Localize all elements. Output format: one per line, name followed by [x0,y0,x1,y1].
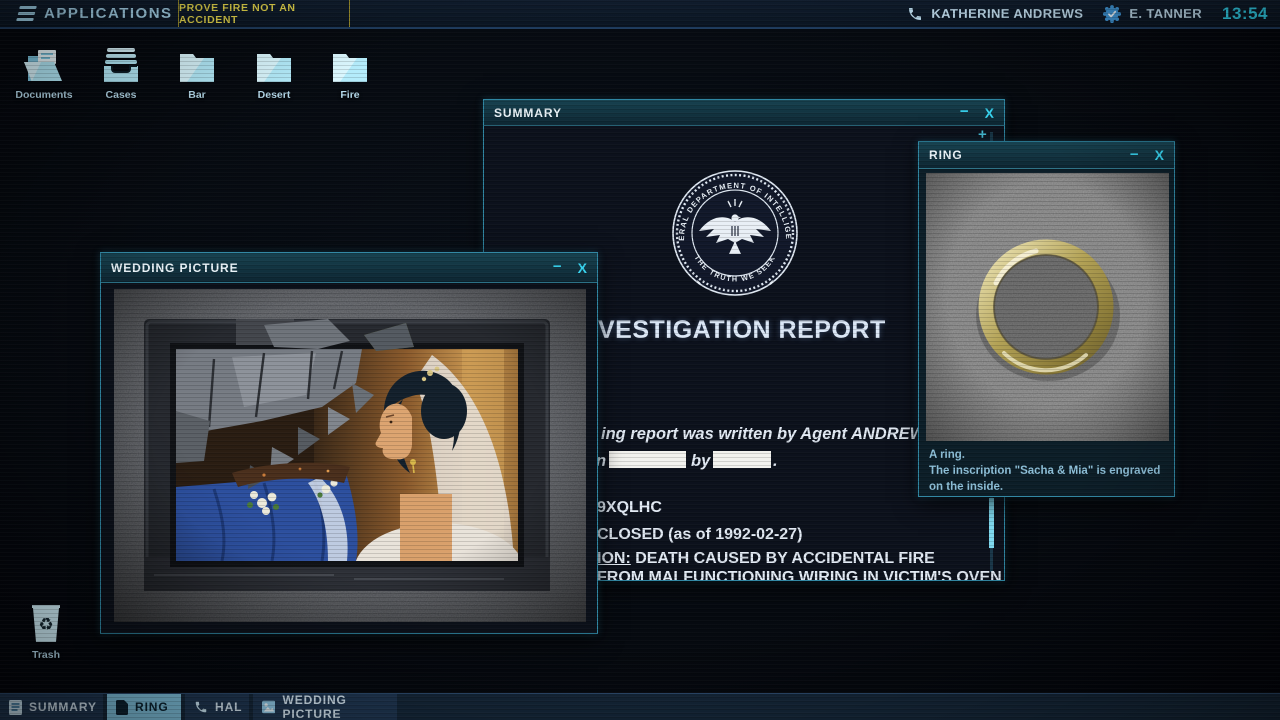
desktop-icon-label: Cases [85,89,157,101]
agent-name: E. TANNER [1129,6,1202,21]
verified-badge-icon [1103,5,1121,23]
ring-caption-line2: The inscription "Sacha & Mia" is engrave… [929,463,1169,495]
agent-badge-chip[interactable]: E. TANNER [1103,5,1202,23]
ring-photo [926,173,1169,441]
game-desktop: APPLICATIONS PROVE FIRE NOT AN ACCIDENT … [0,0,1280,720]
phone-icon [907,6,923,22]
desktop-icon-desert[interactable]: Desert [238,44,310,101]
status-fragment: CLOSED (as of 1992-02-27) [597,526,802,544]
wedding-titlebar[interactable]: WEDDING PICTURE − X [101,253,597,283]
department-seal: FEDERAL DEPARTMENT OF INTELLIGENCE THE T… [670,168,800,298]
objective-button[interactable]: PROVE FIRE NOT AN ACCIDENT [178,0,350,27]
wedding-photo [114,289,586,622]
window-title: RING [929,148,1114,162]
close-button[interactable]: X [985,106,994,120]
svg-text:♻: ♻ [38,615,53,635]
taskbar-tab-summary[interactable]: SUMMARY [0,694,103,720]
taskbar-tab-wedding-picture[interactable]: WEDDING PICTURE [253,694,397,720]
desktop-icon-label: Documents [8,89,80,101]
inbox-tray-icon [85,44,157,86]
phone-contact-chip[interactable]: KATHERINE ANDREWS [907,6,1083,22]
scrollbar-thumb[interactable] [989,498,994,548]
conclusion-line2: FROM MALFUNCTIONING WIRING IN VICTIM'S O… [597,569,1002,581]
taskbar-tab-label: WEDDING PICTURE [282,693,397,720]
desktop-icon-bar[interactable]: Bar [161,44,233,101]
folder-icon [238,44,310,86]
folder-icon [314,44,386,86]
folder-icon [161,44,233,86]
desktop-icon-documents[interactable]: Documents [8,44,80,101]
report-line2-end: . [773,452,778,471]
ring-titlebar[interactable]: RING − X [919,142,1174,169]
ring-caption: A ring. The inscription "Sacha & Mia" is… [929,447,1169,495]
hamburger-menu-icon [16,6,37,21]
close-button[interactable]: X [1155,148,1164,162]
phone-icon [194,700,208,714]
taskbar-tab-label: HAL [215,700,242,714]
applications-menu-button[interactable]: APPLICATIONS [0,0,189,27]
case-number-fragment: 9XQLHC [597,499,662,517]
report-heading: INVESTIGATION REPORT [572,316,886,345]
image-icon [262,700,275,714]
window-ring: RING − X [918,141,1175,497]
top-menu-bar: APPLICATIONS PROVE FIRE NOT AN ACCIDENT … [0,0,1280,29]
desktop-icon-label: Bar [161,89,233,101]
open-folder-icon [8,44,80,86]
taskbar-tab-label: SUMMARY [29,700,97,714]
document-icon [116,700,128,715]
document-icon [9,700,22,715]
desktop-icon-label: Trash [10,649,82,661]
ring-caption-line1: A ring. [929,447,1169,463]
conclusion-text: DEATH CAUSED BY ACCIDENTAL FIRE [635,550,935,567]
taskbar-tab-hal[interactable]: HAL [185,694,249,720]
desktop-icon-fire[interactable]: Fire [314,44,386,101]
window-title: WEDDING PICTURE [111,261,537,275]
summary-titlebar[interactable]: SUMMARY − X [484,100,1004,126]
redaction-box [609,451,686,468]
trash-recycle-icon: ♻ [10,604,82,646]
window-wedding-picture: WEDDING PICTURE − X [100,252,598,634]
desktop-icon-cases[interactable]: Cases [85,44,157,101]
taskbar-tab-ring[interactable]: RING [107,694,181,720]
minimize-button[interactable]: − [960,104,969,119]
conclusion-label: ION: [597,550,631,567]
report-line2-connector: by [691,452,710,471]
desktop-icon-trash[interactable]: ♻ Trash [10,604,82,661]
desktop-icon-label: Desert [238,89,310,101]
conclusion-line: ION: DEATH CAUSED BY ACCIDENTAL FIRE [597,550,935,568]
taskbar-tab-label: RING [135,700,169,714]
objective-label: PROVE FIRE NOT AN ACCIDENT [179,2,349,26]
desktop-icon-label: Fire [314,89,386,101]
clock: 13:54 [1222,4,1268,24]
close-button[interactable]: X [578,261,587,275]
phone-contact-name: KATHERINE ANDREWS [931,6,1083,21]
taskbar: SUMMARY RING HAL WEDDING PICTURE [0,693,1280,720]
applications-label: APPLICATIONS [44,5,173,22]
minimize-button[interactable]: − [553,259,562,274]
window-title: SUMMARY [494,106,944,120]
redaction-box [713,451,771,468]
minimize-button[interactable]: − [1130,147,1139,162]
